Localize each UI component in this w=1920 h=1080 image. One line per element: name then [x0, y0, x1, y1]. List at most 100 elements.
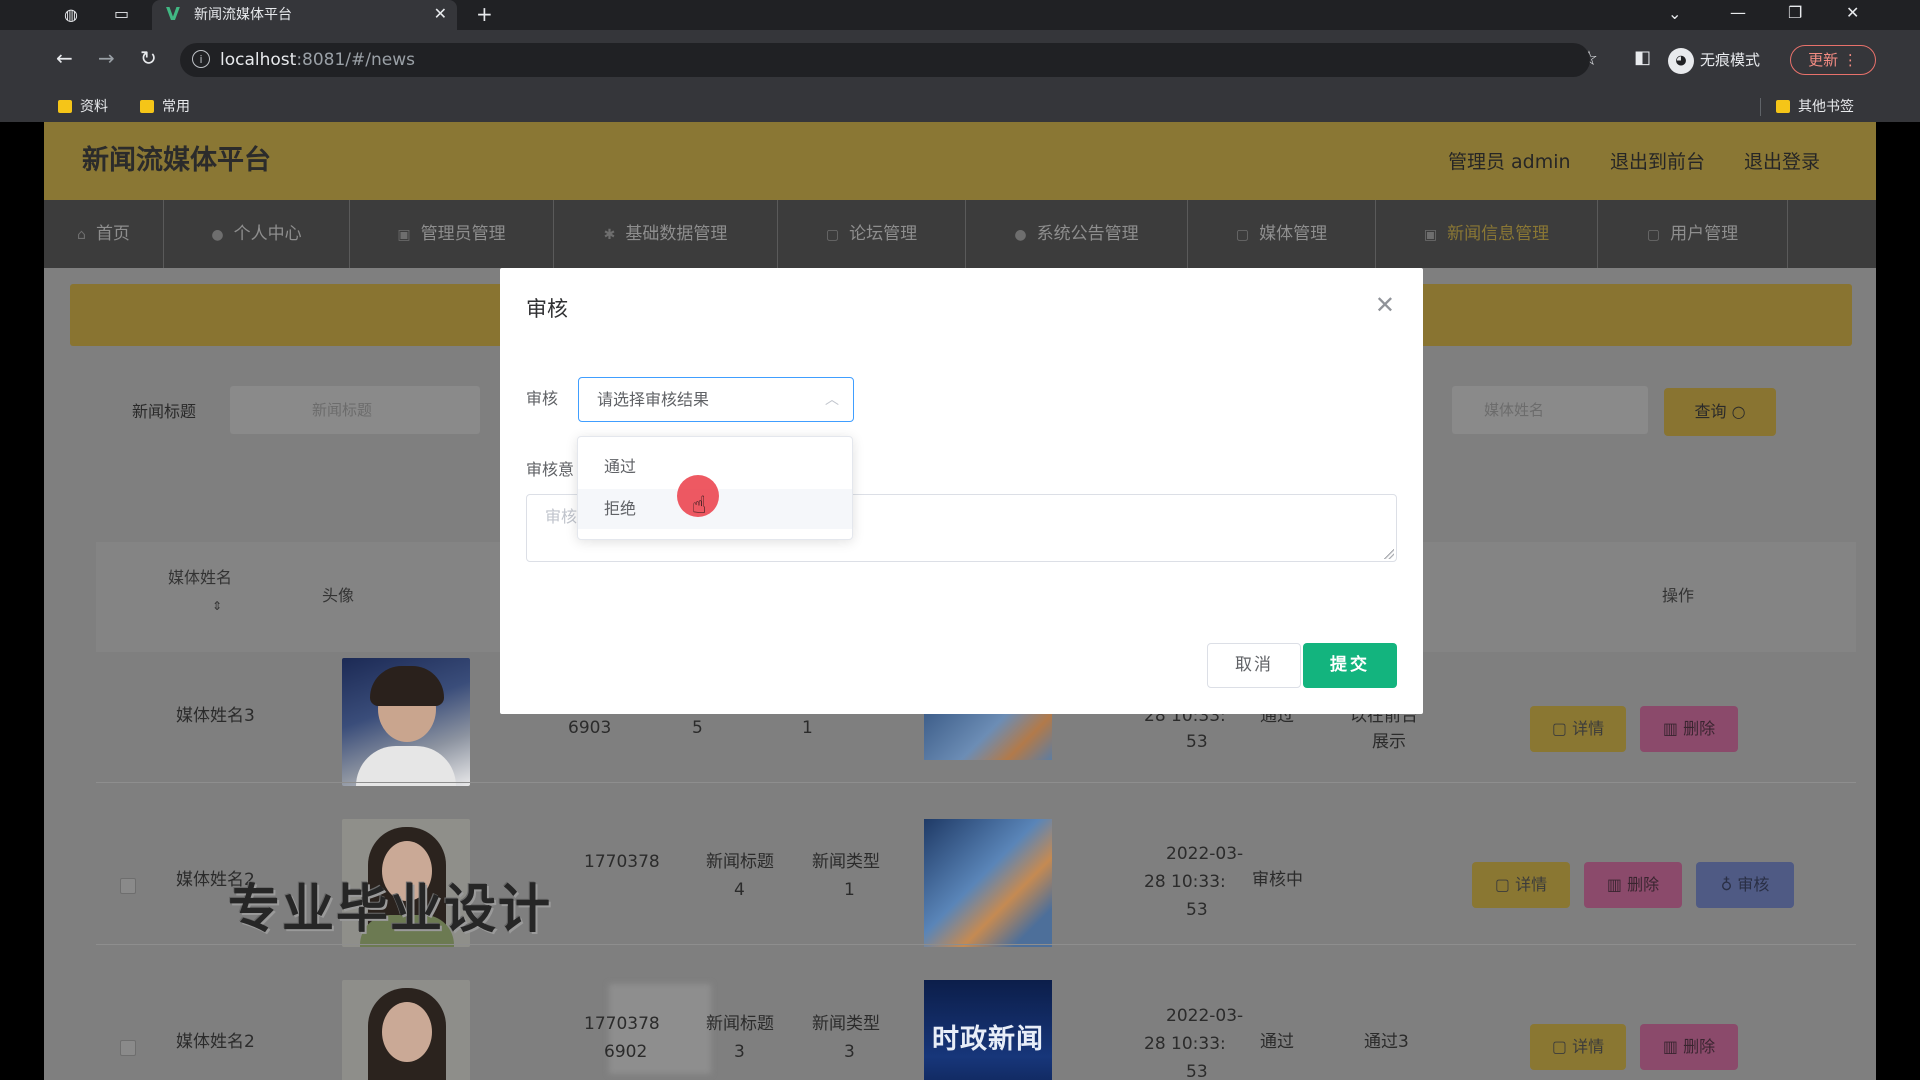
incognito-indicator[interactable]: ◕ 无痕模式	[1668, 46, 1760, 74]
nav-media[interactable]: ▢ 媒体管理	[1188, 200, 1376, 268]
col-avatar[interactable]: 头像	[322, 586, 354, 606]
avatar-shirt	[356, 746, 456, 786]
delete-button[interactable]: ▥ 删除	[1640, 1024, 1738, 1070]
cell-type: 新闻类型	[812, 852, 880, 872]
cell-number: 1770378	[584, 852, 660, 872]
close-icon[interactable]: ✕	[1375, 292, 1395, 318]
row-checkbox[interactable]	[120, 878, 136, 894]
option-pass[interactable]: 通过	[578, 447, 852, 487]
cell-time: 53	[1186, 732, 1208, 752]
bookmarks-bar: 资料 常用 其他书签	[0, 90, 1920, 122]
search-title-input[interactable]: 新闻标题	[230, 386, 480, 434]
audit-result-select[interactable]: 请选择审核结果 ︿	[578, 377, 854, 422]
bookmark-folder-1[interactable]: 资料	[58, 98, 108, 116]
nav-forum[interactable]: ▢ 论坛管理	[778, 200, 966, 268]
news-image-text: 时政新闻	[932, 1024, 1044, 1055]
omnibox[interactable]: i localhost:8081/#/news	[180, 43, 1590, 77]
chevron-up-icon: ︿	[825, 392, 839, 408]
site-info-icon[interactable]: i	[192, 50, 210, 68]
admin-icon: ▣	[397, 227, 411, 243]
cell-number: 6903	[568, 718, 612, 738]
admin-label: 管理员 admin	[1448, 151, 1571, 173]
globe-icon[interactable]: ◍	[64, 5, 78, 25]
restore-icon[interactable]: ❐	[1788, 3, 1802, 23]
back-to-front-link[interactable]: 退出到前台	[1610, 150, 1705, 174]
query-button[interactable]: 查询 ○	[1664, 388, 1776, 436]
cell-reply: 展示	[1372, 732, 1406, 752]
sort-icon[interactable]: ⇕	[212, 596, 222, 616]
delete-button[interactable]: ▥ 删除	[1584, 862, 1682, 908]
incognito-icon: ◕	[1668, 47, 1694, 74]
app-header: 新闻流媒体平台 管理员 admin 退出到前台 退出登录	[44, 122, 1876, 200]
window-close-icon[interactable]: ✕	[1846, 3, 1859, 23]
cancel-button[interactable]: 取消	[1207, 643, 1301, 688]
url-text[interactable]: localhost:8081/#/news	[220, 50, 415, 70]
user-icon: ●	[211, 227, 224, 243]
cell-media-name: 媒体姓名2	[176, 1032, 255, 1052]
tab-close-icon[interactable]: ✕	[434, 4, 447, 24]
cell-title: 4	[734, 880, 745, 900]
delete-button[interactable]: ▥ 删除	[1640, 706, 1738, 752]
nav-news-info[interactable]: ▣ 新闻信息管理	[1376, 200, 1598, 268]
cell-type: 新闻类型	[812, 1014, 880, 1034]
detail-button[interactable]: ▢ 详情	[1530, 1024, 1626, 1070]
avatar-hair	[370, 666, 444, 706]
other-bookmarks[interactable]: 其他书签	[1776, 98, 1854, 116]
search-media-input[interactable]: 媒体姓名	[1452, 386, 1648, 434]
avatar-image	[342, 658, 470, 786]
row-divider	[96, 944, 1856, 945]
reload-icon[interactable]: ↻	[140, 48, 157, 68]
minimize-icon[interactable]: —	[1730, 3, 1746, 23]
nav-users[interactable]: ▢ 用户管理	[1598, 200, 1788, 268]
nav-basic-data[interactable]: ✱ 基础数据管理	[554, 200, 778, 268]
dialog-title: 审核	[526, 297, 568, 321]
cell-type: 1	[802, 718, 813, 738]
tab-title: 新闻流媒体平台	[194, 7, 292, 23]
resize-handle-icon[interactable]	[1384, 549, 1394, 559]
folder-icon	[58, 100, 72, 113]
users-icon: ▢	[1646, 227, 1661, 243]
row-checkbox[interactable]	[120, 1040, 136, 1056]
cell-time: 2022-03-	[1166, 1006, 1244, 1026]
forum-icon: ▢	[825, 227, 840, 243]
bookmark-divider	[1760, 98, 1761, 116]
detail-button[interactable]: ▢ 详情	[1530, 706, 1626, 752]
nav-personal-center[interactable]: ● 个人中心	[164, 200, 350, 268]
submit-button[interactable]: 提交	[1303, 643, 1397, 688]
news-icon: ▣	[1423, 227, 1438, 243]
update-button[interactable]: 更新 ⋮	[1790, 45, 1876, 75]
cell-time: 2022-03-	[1166, 844, 1244, 864]
cell-title: 3	[734, 1042, 745, 1062]
nav-announcement[interactable]: ● 系统公告管理	[966, 200, 1188, 268]
bookmark-folder-2[interactable]: 常用	[140, 98, 190, 116]
detail-button[interactable]: ▢ 详情	[1472, 862, 1570, 908]
audit-button[interactable]: ♁ 审核	[1696, 862, 1794, 908]
back-icon[interactable]: ←	[56, 48, 73, 68]
tab-search-icon[interactable]: ⌄	[1668, 4, 1681, 24]
cell-time: 53	[1186, 900, 1208, 920]
browser-tab[interactable]: V 新闻流媒体平台 ✕	[152, 0, 457, 30]
select-placeholder: 请选择审核结果	[597, 390, 710, 409]
cell-type: 3	[844, 1042, 855, 1062]
vue-logo-icon: V	[166, 4, 180, 25]
data-icon: ✱	[603, 227, 616, 243]
media-icon: ▢	[1235, 227, 1250, 243]
cell-reply: 通过3	[1364, 1032, 1409, 1052]
tab-window-icon[interactable]: ▭	[114, 4, 129, 24]
side-panel-icon[interactable]: ◧	[1634, 48, 1651, 68]
news-image: 时政新闻	[924, 980, 1052, 1080]
cell-number: 1770378	[584, 1014, 660, 1034]
app-title: 新闻流媒体平台	[82, 145, 271, 176]
nav-home[interactable]: ⌂ 首页	[44, 200, 164, 268]
col-media-name[interactable]: 媒体姓名	[168, 568, 232, 588]
logout-link[interactable]: 退出登录	[1744, 150, 1820, 174]
cell-time: 28 10:33:	[1144, 1034, 1226, 1054]
cell-media-name: 媒体姓名3	[176, 706, 255, 726]
nav-admin-management[interactable]: ▣ 管理员管理	[350, 200, 554, 268]
forward-icon[interactable]: →	[98, 48, 115, 68]
watermark-caption: 专业毕业设计	[228, 880, 553, 940]
home-icon: ⌂	[77, 227, 86, 243]
folder-icon	[1776, 100, 1790, 113]
opinion-label: 审核意	[526, 460, 575, 479]
new-tab-icon[interactable]: +	[476, 4, 493, 24]
